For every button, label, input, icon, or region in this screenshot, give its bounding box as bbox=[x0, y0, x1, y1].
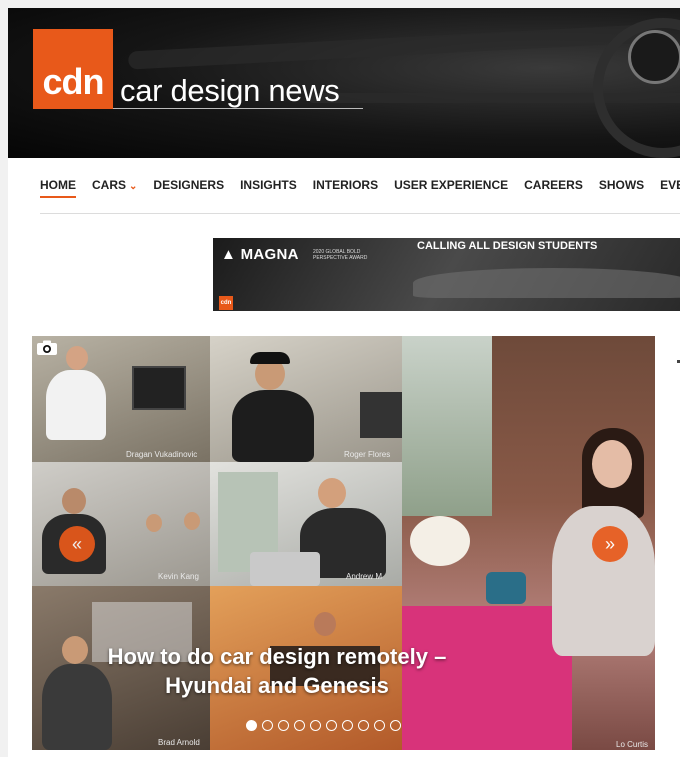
slide-caption-line1[interactable]: How to do car design remotely – bbox=[32, 642, 522, 671]
collage-tile: Dragan Vukadinovic bbox=[32, 336, 210, 462]
chevron-down-icon: ⌄ bbox=[129, 181, 138, 192]
nav-item-careers[interactable]: CAREERS bbox=[524, 178, 583, 192]
featured-slider[interactable]: Dragan Vukadinovic Roger Flores Lo Curti… bbox=[32, 336, 655, 750]
slider-dot[interactable] bbox=[310, 720, 321, 731]
slide-caption-line2[interactable]: Hyundai and Genesis bbox=[32, 671, 522, 700]
slider-dot[interactable] bbox=[262, 720, 273, 731]
camera-icon bbox=[37, 340, 57, 355]
slider-dot[interactable] bbox=[294, 720, 305, 731]
car-silhouette bbox=[413, 268, 680, 298]
slider-dot[interactable] bbox=[326, 720, 337, 731]
nav-item-home[interactable]: HOME bbox=[40, 178, 76, 198]
banner-brand: ▲ MAGNA bbox=[221, 246, 299, 263]
photo-name-label: Dragan Vukadinovic bbox=[126, 450, 198, 459]
banner-ad[interactable]: ▲ MAGNA 2020 GLOBAL BOLD PERSPECTIVE AWA… bbox=[213, 238, 680, 311]
slider-prev-button[interactable]: « bbox=[59, 526, 95, 562]
slider-dot[interactable] bbox=[374, 720, 385, 731]
slide-caption[interactable]: How to do car design remotely – Hyundai … bbox=[32, 642, 522, 700]
nav-divider bbox=[40, 213, 680, 214]
photo-name-label: Andrew M bbox=[346, 572, 383, 581]
slider-dot[interactable] bbox=[358, 720, 369, 731]
banner-headline: CALLING ALL DESIGN STUDENTS bbox=[417, 240, 598, 252]
site-logo-text[interactable]: car design news bbox=[120, 73, 340, 109]
photo-name-label: Kevin Kang bbox=[158, 572, 199, 581]
banner-mini-logo: cdn bbox=[219, 296, 233, 310]
site-logo-mark[interactable]: cdn bbox=[33, 29, 113, 109]
slider-dot[interactable] bbox=[390, 720, 401, 731]
nav-item-events[interactable]: EVE bbox=[660, 178, 680, 192]
nav-item-user-experience[interactable]: USER EXPERIENCE bbox=[394, 178, 508, 192]
nav-item-cars[interactable]: CARS ⌄ bbox=[92, 178, 137, 192]
nav-item-insights[interactable]: INSIGHTS bbox=[240, 178, 297, 192]
nav-item-label: CARS bbox=[92, 178, 127, 192]
collage-tile: Kevin Kang bbox=[32, 462, 210, 586]
banner-award-text: 2020 GLOBAL BOLD PERSPECTIVE AWARD bbox=[313, 249, 368, 261]
gauge-graphic bbox=[628, 30, 680, 84]
dashboard-shape bbox=[127, 24, 649, 70]
nav-item-shows[interactable]: SHOWS bbox=[599, 178, 644, 192]
collage-tile: Andrew M bbox=[210, 462, 402, 586]
magna-logo-icon: ▲ bbox=[221, 246, 237, 263]
logo-underline bbox=[113, 108, 363, 109]
photo-name-label: Lo Curtis bbox=[616, 740, 649, 749]
main-nav: HOME CARS ⌄ DESIGNERS INSIGHTS INTERIORS … bbox=[8, 158, 680, 218]
collage-tile: Roger Flores bbox=[210, 336, 402, 462]
double-chevron-left-icon: « bbox=[71, 533, 82, 554]
nav-item-designers[interactable]: DESIGNERS bbox=[153, 178, 224, 192]
nav-item-interiors[interactable]: INTERIORS bbox=[313, 178, 378, 192]
slider-dot[interactable] bbox=[278, 720, 289, 731]
photo-name-label: Roger Flores bbox=[344, 450, 391, 459]
slider-next-button[interactable]: » bbox=[592, 526, 628, 562]
slider-dot[interactable] bbox=[342, 720, 353, 731]
banner-brand-label: MAGNA bbox=[240, 246, 299, 263]
double-chevron-right-icon: » bbox=[604, 533, 615, 554]
slider-dot[interactable] bbox=[246, 720, 257, 731]
photo-name-label: Brad Arnold bbox=[158, 738, 200, 747]
slider-pagination bbox=[246, 720, 401, 731]
